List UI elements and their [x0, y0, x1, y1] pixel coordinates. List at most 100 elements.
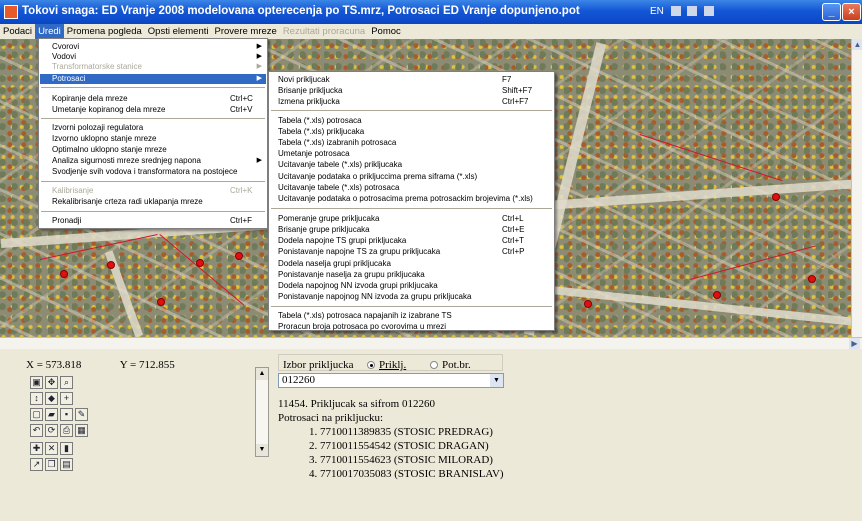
- menu-rezultati-proracuna[interactable]: Rezultati proracuna: [280, 24, 368, 39]
- tray-icon[interactable]: [687, 6, 698, 17]
- consumer-line: 3. 7710011554623 (STOSIC MILORAD): [309, 454, 493, 466]
- menu-item-ucitavanje-prema-siframa[interactable]: Ucitavanje podataka o prikljuccima prema…: [270, 172, 553, 182]
- scroll-up-arrow-icon[interactable]: ▲: [256, 368, 268, 380]
- add-node-icon[interactable]: ✚: [30, 442, 43, 455]
- menu-item-ucitavanje-prema-brojevima[interactable]: Ucitavanje podataka o potrosacima prema …: [270, 194, 553, 204]
- network-node[interactable]: [772, 193, 780, 201]
- menu-item-novi-prikljucak[interactable]: Novi prikljucak F7: [270, 75, 553, 85]
- chart-icon[interactable]: ↗: [30, 458, 43, 471]
- zoom-tool-icon[interactable]: ⌕: [60, 376, 73, 389]
- open-folder-icon[interactable]: ▰: [45, 408, 58, 421]
- column-icon[interactable]: ▮: [60, 442, 73, 455]
- move-tool-icon[interactable]: ◆: [45, 392, 58, 405]
- menu-item-svodjenje[interactable]: Svodjenje svih vodova i transformatora n…: [40, 167, 266, 177]
- new-file-icon[interactable]: ▢: [30, 408, 43, 421]
- menu-item-ponistavanje-nn-izvoda[interactable]: Ponistavanje napojnog NN izvoda za grupu…: [270, 292, 553, 302]
- menu-item-pronadji[interactable]: Pronadji Ctrl+F: [40, 216, 266, 226]
- prikljucak-combobox[interactable]: 012260 ▼: [278, 373, 504, 388]
- menu-item-pomeranje-grupe[interactable]: Pomeranje grupe prikljucaka Ctrl+L: [270, 214, 553, 224]
- menu-item-kalibrisanje[interactable]: Kalibrisanje Ctrl+K: [40, 186, 266, 196]
- minimize-button[interactable]: _: [822, 3, 841, 21]
- menu-item-rekalibrisanje[interactable]: Rekalibrisanje crteza radi uklapanja mre…: [40, 197, 266, 207]
- copy-icon[interactable]: ❐: [45, 458, 58, 471]
- menu-pomoc[interactable]: Pomoc: [368, 24, 404, 39]
- network-node[interactable]: [196, 259, 204, 267]
- menu-item-umetanje-kopiranog[interactable]: Umetanje kopiranog dela mreze Ctrl+V: [40, 105, 266, 115]
- zoom-in-icon[interactable]: +: [60, 392, 73, 405]
- menu-item-analiza-sigurnosti[interactable]: Analiza sigurnosti mreze srednjeg napona…: [40, 156, 266, 166]
- menu-podaci[interactable]: Podaci: [0, 24, 35, 39]
- menu-item-brisanje-grupe[interactable]: Brisanje grupe prikljucaka Ctrl+E: [270, 225, 553, 235]
- network-line: [690, 245, 816, 280]
- menu-item-tabela-prikljucaka[interactable]: Tabela (*.xls) prikljucaka: [270, 127, 553, 137]
- tray-icon[interactable]: [670, 6, 681, 17]
- scroll-down-arrow-icon[interactable]: ▼: [256, 444, 268, 456]
- menu-item-brisanje-prikljucka[interactable]: Brisanje prikljucka Shift+F7: [270, 86, 553, 96]
- menu-bar: Podaci Uredi Promena pogleda Opsti elementi…: [0, 24, 862, 39]
- language-tray[interactable]: EN: [650, 6, 715, 17]
- menu-item-optimalno-uklopno[interactable]: Optimalno uklopno stanje mreze: [40, 145, 266, 155]
- close-button[interactable]: ×: [842, 3, 861, 21]
- network-node[interactable]: [584, 300, 592, 308]
- layers-icon[interactable]: ▦: [75, 424, 88, 437]
- menu-item-izmena-prikljucka[interactable]: Izmena prikljucka Ctrl+F7: [270, 97, 553, 107]
- menu-provere-mreze[interactable]: Provere mreze: [212, 24, 280, 39]
- menu-uredi[interactable]: Uredi: [35, 24, 64, 39]
- network-node[interactable]: [713, 291, 721, 299]
- menu-item-ponistavanje-napojne-ts[interactable]: Ponistavanje napojne TS za grupu priklju…: [270, 247, 553, 257]
- menu-item-ucitavanje-tabele-potrosaca[interactable]: Ucitavanje tabele (*.xls) potrosaca: [270, 183, 553, 193]
- network-node[interactable]: [157, 298, 165, 306]
- radio-prikljucak[interactable]: Priklj.: [367, 359, 406, 371]
- node-tool-icon[interactable]: ↕: [30, 392, 43, 405]
- menu-item-vodovi[interactable]: Vodovi ▶: [40, 52, 266, 62]
- menu-item-tabela-potrosaca[interactable]: Tabela (*.xls) potrosaca: [270, 116, 553, 126]
- menu-item-kopiranje[interactable]: Kopiranje dela mreze Ctrl+C: [40, 94, 266, 104]
- menu-separator: [41, 211, 265, 212]
- menu-item-dodela-napojne-ts[interactable]: Dodela napojne TS grupi prikljucaka Ctrl+…: [270, 236, 553, 246]
- edit-icon[interactable]: ✎: [75, 408, 88, 421]
- network-node[interactable]: [60, 270, 68, 278]
- paste-icon[interactable]: ▤: [60, 458, 73, 471]
- menu-opsti-elementi[interactable]: Opsti elementi: [145, 24, 212, 39]
- menu-item-ucitavanje-tabele-prikljucaka[interactable]: Ucitavanje tabele (*.xls) prikljucaka: [270, 160, 553, 170]
- network-node[interactable]: [235, 252, 243, 260]
- menu-item-umetanje-potrosaca[interactable]: Umetanje potrosaca: [270, 149, 553, 159]
- undo-icon[interactable]: ↶: [30, 424, 43, 437]
- menu-item-proracun-broja-potrosaca[interactable]: Proracun broja potrosaca po cvorovima u …: [270, 322, 553, 332]
- menu-item-tabela-napajanih-iz-ts[interactable]: Tabela (*.xls) potrosaca napajanih iz iz…: [270, 311, 553, 321]
- map-horizontal-scrollbar[interactable]: ▶: [0, 337, 862, 349]
- select-tool-icon[interactable]: ▣: [30, 376, 43, 389]
- menu-item-dodela-naselja[interactable]: Dodela naselja grupi prikljucaka: [270, 259, 553, 269]
- menu-item-izvorno-uklopno[interactable]: Izvorno uklopno stanje mreze: [40, 134, 266, 144]
- radio-empty-icon: [430, 361, 438, 370]
- scroll-up-arrow-icon[interactable]: ▲: [852, 39, 862, 50]
- radio-selected-icon: [367, 361, 375, 370]
- radio-potrosacki-broj[interactable]: Pot.br.: [430, 359, 471, 371]
- menu-item-potrosaci[interactable]: Potrosaci ▶: [40, 74, 266, 84]
- dropdown-arrow-icon[interactable]: ▼: [490, 374, 503, 387]
- menu-promena-pogleda[interactable]: Promena pogleda: [64, 24, 145, 39]
- menu-item-transformatorske-stanice[interactable]: Transformatorske stanice ▶: [40, 62, 266, 72]
- scroll-right-arrow-icon[interactable]: ▶: [849, 338, 860, 349]
- language-indicator[interactable]: EN: [650, 6, 664, 17]
- save-icon[interactable]: ▪: [60, 408, 73, 421]
- menu-item-tabela-izabranih[interactable]: Tabela (*.xls) izabranih potrosaca: [270, 138, 553, 148]
- map-vertical-scrollbar[interactable]: ▲: [851, 39, 862, 339]
- network-line: [639, 134, 783, 182]
- menu-item-izvorni-polozaji[interactable]: Izvorni polozaji regulatora: [40, 123, 266, 133]
- menu-item-ponistavanje-naselja[interactable]: Ponistavanje naselja za grupu prikljucak…: [270, 270, 553, 280]
- tray-icon[interactable]: [704, 6, 715, 17]
- network-node[interactable]: [808, 275, 816, 283]
- search-label: Izbor prikljucka: [283, 359, 354, 371]
- menu-item-dodela-nn-izvoda[interactable]: Dodela napojnog NN izvoda grupi prikljuc…: [270, 281, 553, 291]
- result-subheader: Potrosaci na prikljucku:: [278, 412, 384, 424]
- refresh-icon[interactable]: ⟳: [45, 424, 58, 437]
- pan-tool-icon[interactable]: ✥: [45, 376, 58, 389]
- print-icon[interactable]: ⎙: [60, 424, 73, 437]
- app-icon: [4, 5, 18, 19]
- result-list-scrollbar[interactable]: ▲ ▼: [255, 367, 269, 457]
- delete-icon[interactable]: ✕: [45, 442, 58, 455]
- network-node[interactable]: [107, 261, 115, 269]
- menu-item-cvorovi[interactable]: Cvorovi ▶: [40, 42, 266, 52]
- submenu-arrow-icon: ▶: [256, 75, 262, 82]
